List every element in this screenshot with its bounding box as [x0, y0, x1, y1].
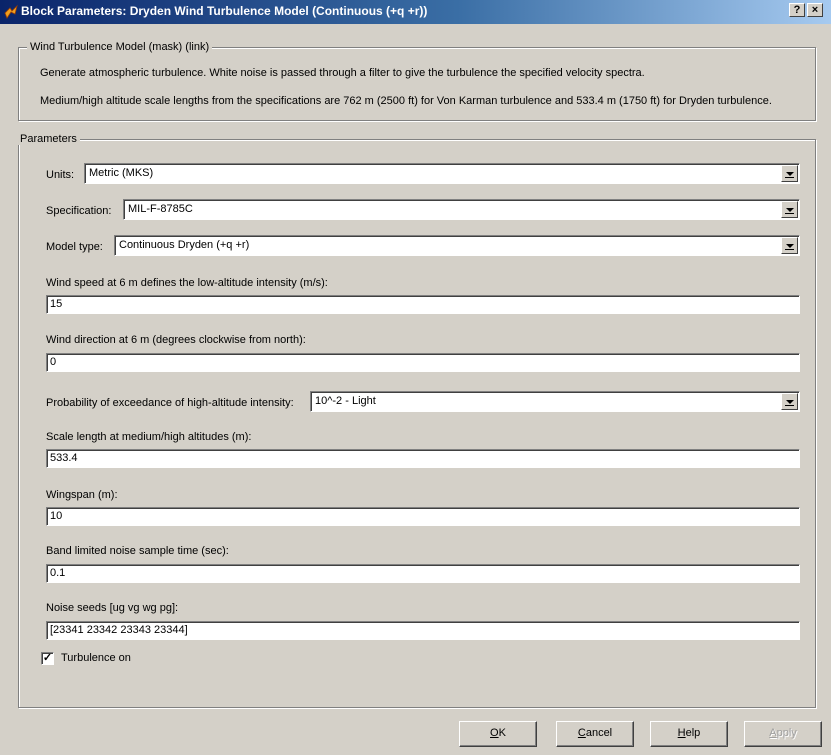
- ok-button-label: K: [498, 727, 506, 739]
- description-legend: Wind Turbulence Model (mask) (link): [27, 41, 213, 53]
- cancel-button-label: ancel: [585, 727, 613, 739]
- probability-label: Probability of exceedance of high-altitu…: [46, 397, 294, 409]
- turbulence-on-checkbox[interactable]: ✓: [41, 652, 54, 665]
- chevron-down-icon[interactable]: [781, 165, 798, 182]
- model-type-label: Model type:: [46, 241, 103, 253]
- cancel-button[interactable]: Cancel: [556, 721, 634, 747]
- units-select[interactable]: Metric (MKS): [84, 163, 800, 184]
- wind-direction-input[interactable]: 0: [46, 353, 800, 372]
- noise-seeds-label: Noise seeds [ug vg wg pg]:: [46, 602, 179, 614]
- help-button[interactable]: Help: [650, 721, 728, 747]
- description-group: Wind Turbulence Model (mask) (link): [18, 41, 816, 121]
- cancel-button-mnemonic: C: [577, 727, 586, 739]
- specification-label: Specification:: [46, 205, 112, 217]
- units-label: Units:: [46, 169, 75, 181]
- specification-select[interactable]: MIL-F-8785C: [123, 199, 800, 220]
- description-line-1: Generate atmospheric turbulence. White n…: [40, 67, 645, 79]
- help-button-label: elp: [685, 727, 701, 739]
- wind-speed-label: Wind speed at 6 m defines the low-altitu…: [46, 277, 328, 289]
- wind-direction-label: Wind direction at 6 m (degrees clockwise…: [46, 334, 306, 346]
- apply-button-label: pply: [776, 727, 797, 739]
- sample-time-input[interactable]: 0.1: [46, 564, 800, 583]
- close-button[interactable]: ×: [807, 3, 823, 17]
- specification-value: MIL-F-8785C: [128, 203, 193, 215]
- wingspan-label: Wingspan (m):: [46, 489, 118, 501]
- apply-button-mnemonic: A: [769, 727, 777, 739]
- simulink-block-icon: [4, 4, 18, 19]
- wind-speed-input[interactable]: 15: [46, 295, 800, 314]
- probability-value: 10^-2 - Light: [315, 395, 376, 407]
- wingspan-input[interactable]: 10: [46, 507, 800, 526]
- chevron-down-icon[interactable]: [781, 237, 798, 254]
- model-type-value: Continuous Dryden (+q +r): [119, 239, 250, 251]
- ok-button-mnemonic: O: [490, 727, 499, 739]
- model-type-select[interactable]: Continuous Dryden (+q +r): [114, 235, 800, 256]
- help-button-mnemonic: H: [677, 727, 686, 739]
- title-bar[interactable]: Block Parameters: Dryden Wind Turbulence…: [0, 0, 831, 24]
- parameters-legend: Parameters: [17, 133, 80, 145]
- window-title: Block Parameters: Dryden Wind Turbulence…: [21, 4, 428, 18]
- units-value: Metric (MKS): [89, 167, 154, 179]
- chevron-down-icon[interactable]: [781, 201, 798, 218]
- sample-time-label: Band limited noise sample time (sec):: [46, 545, 229, 557]
- ok-button[interactable]: OK: [459, 721, 537, 747]
- apply-button[interactable]: Apply: [744, 721, 822, 747]
- description-line-2: Medium/high altitude scale lengths from …: [40, 95, 772, 107]
- probability-select[interactable]: 10^-2 - Light: [310, 391, 800, 412]
- help-title-button[interactable]: ?: [789, 3, 805, 17]
- scale-length-input[interactable]: 533.4: [46, 449, 800, 468]
- scale-length-label: Scale length at medium/high altitudes (m…: [46, 431, 252, 443]
- turbulence-on-label[interactable]: Turbulence on: [61, 652, 131, 664]
- noise-seeds-input[interactable]: [23341 23342 23343 23344]: [46, 621, 800, 640]
- chevron-down-icon[interactable]: [781, 393, 798, 410]
